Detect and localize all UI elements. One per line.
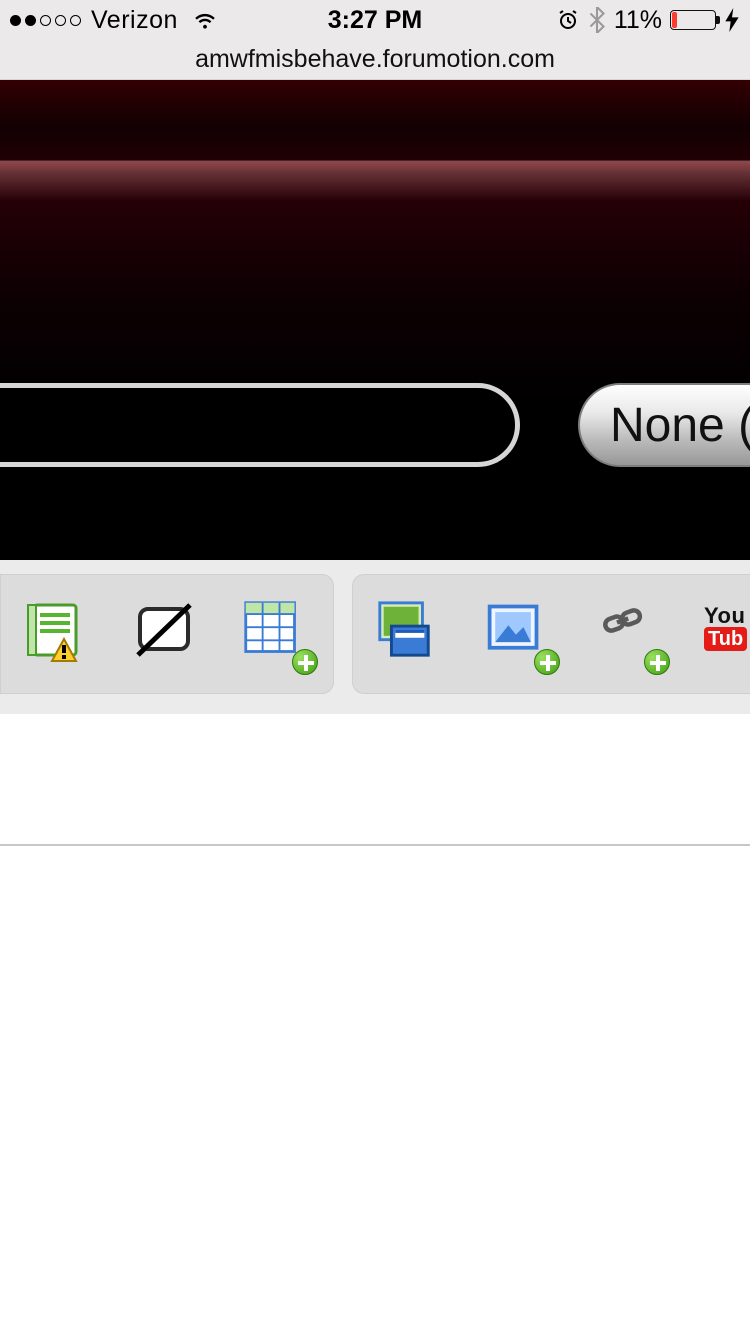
plus-badge-icon	[292, 649, 318, 675]
toolbar-group-1	[0, 574, 334, 694]
toolbar-group-2: You Tub	[352, 574, 750, 694]
editor-toolbar: You Tub	[0, 560, 750, 694]
plus-badge-icon	[644, 649, 670, 675]
dropdown-select[interactable]: None (	[578, 383, 750, 467]
text-input[interactable]	[0, 383, 520, 467]
battery-percent: 11%	[614, 6, 662, 35]
device-disable-icon[interactable]	[132, 599, 202, 669]
youtube-text-top: You	[704, 605, 747, 627]
plus-badge-icon	[534, 649, 560, 675]
insert-table-icon[interactable]	[242, 599, 312, 669]
battery-icon	[670, 10, 716, 30]
image-host-icon[interactable]	[374, 599, 444, 669]
charging-icon	[724, 8, 740, 32]
insert-link-icon[interactable]	[594, 599, 664, 669]
address-text: amwfmisbehave.forumotion.com	[195, 45, 555, 74]
signal-strength-icon	[10, 15, 81, 26]
notes-warning-icon[interactable]	[22, 599, 92, 669]
dropdown-label: None (	[610, 398, 750, 453]
status-bar: Verizon 3:27 PM 11%	[0, 0, 750, 40]
alarm-icon	[556, 8, 580, 32]
insert-image-icon[interactable]	[484, 599, 554, 669]
status-time: 3:27 PM	[328, 6, 422, 35]
page-header-panel: None (	[0, 80, 750, 560]
wifi-icon	[192, 7, 218, 33]
browser-address-bar[interactable]: amwfmisbehave.forumotion.com	[0, 40, 750, 80]
youtube-icon[interactable]: You Tub	[704, 605, 747, 663]
bluetooth-icon	[588, 7, 606, 33]
carrier-label: Verizon	[91, 6, 178, 35]
youtube-text-bottom: Tub	[704, 627, 747, 651]
content-area	[0, 846, 750, 1326]
